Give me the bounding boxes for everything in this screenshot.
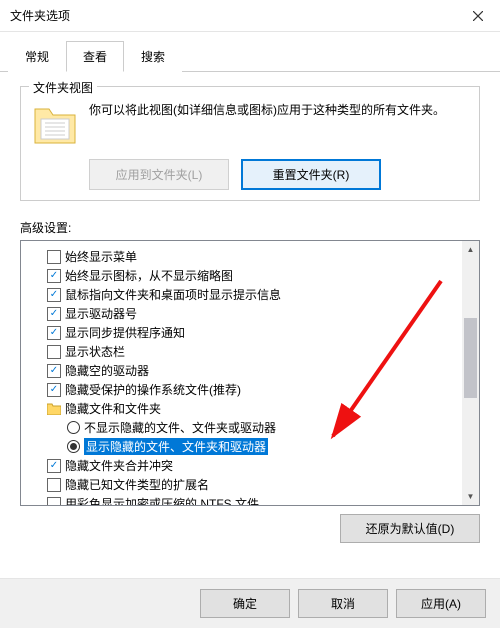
- tree-item-8[interactable]: 隐藏文件和文件夹: [29, 399, 459, 418]
- scroll-track[interactable]: [462, 258, 479, 488]
- tree-item-6[interactable]: ✓ 隐藏空的驱动器: [29, 361, 459, 380]
- tree-item-3[interactable]: ✓ 显示驱动器号: [29, 304, 459, 323]
- checkbox-icon[interactable]: ✓: [47, 269, 61, 283]
- advanced-settings-label: 高级设置:: [20, 219, 480, 236]
- reset-folders-button[interactable]: 重置文件夹(R): [241, 159, 381, 190]
- checkbox-icon[interactable]: ✓: [47, 307, 61, 321]
- checkbox-icon[interactable]: ✓: [47, 459, 61, 473]
- checkbox-icon[interactable]: [47, 497, 61, 507]
- folder-views-title: 文件夹视图: [29, 79, 97, 96]
- scroll-up-button[interactable]: ▲: [462, 241, 479, 258]
- radio-icon[interactable]: [67, 421, 80, 434]
- scroll-down-button[interactable]: ▼: [462, 488, 479, 505]
- tree-item-2[interactable]: ✓ 鼠标指向文件夹和桌面项时显示提示信息: [29, 285, 459, 304]
- tree-item-label: 隐藏受保护的操作系统文件(推荐): [65, 381, 241, 398]
- checkbox-icon[interactable]: [47, 478, 61, 492]
- folder-small-icon: [47, 403, 61, 415]
- tree-item-label: 隐藏空的驱动器: [65, 362, 149, 379]
- tree-item-1[interactable]: ✓ 始终显示图标，从不显示缩略图: [29, 266, 459, 285]
- close-icon: [473, 11, 483, 21]
- tab-view-label: 查看: [83, 50, 107, 64]
- tree-item-label: 显示驱动器号: [65, 305, 137, 322]
- checkbox-icon[interactable]: [47, 250, 61, 264]
- window-title: 文件夹选项: [10, 7, 70, 24]
- tree-item-label: 始终显示图标，从不显示缩略图: [65, 267, 233, 284]
- tree-item-5[interactable]: 显示状态栏: [29, 342, 459, 361]
- tree-item-0[interactable]: 始终显示菜单: [29, 247, 459, 266]
- tree-item-12[interactable]: 隐藏已知文件类型的扩展名: [29, 475, 459, 494]
- tab-general[interactable]: 常规: [8, 41, 66, 72]
- apply-button[interactable]: 应用(A): [396, 589, 486, 618]
- tree-item-label: 隐藏已知文件类型的扩展名: [65, 476, 209, 493]
- tree-item-9[interactable]: 不显示隐藏的文件、文件夹或驱动器: [29, 418, 459, 437]
- tree-item-label: 隐藏文件和文件夹: [65, 400, 161, 417]
- folder-views-group: 文件夹视图 你可以将此视图(如详细信息或图标)应用于这种类型的所有文件夹。 应用…: [20, 86, 480, 201]
- close-button[interactable]: [455, 0, 500, 32]
- tree-item-label: 鼠标指向文件夹和桌面项时显示提示信息: [65, 286, 281, 303]
- tree-item-label: 始终显示菜单: [65, 248, 137, 265]
- tree-item-label: 显示状态栏: [65, 343, 125, 360]
- checkbox-icon[interactable]: ✓: [47, 383, 61, 397]
- tree-item-13[interactable]: 用彩色显示加密或压缩的 NTFS 文件: [29, 494, 459, 506]
- tab-view[interactable]: 查看: [66, 41, 124, 72]
- tree-item-7[interactable]: ✓ 隐藏受保护的操作系统文件(推荐): [29, 380, 459, 399]
- scroll-thumb[interactable]: [464, 318, 477, 398]
- folder-icon: [31, 101, 79, 149]
- tab-strip: 常规 查看 搜索: [0, 32, 500, 72]
- tree-item-label: 显示同步提供程序通知: [65, 324, 185, 341]
- tab-search[interactable]: 搜索: [124, 41, 182, 72]
- tree-item-4[interactable]: ✓ 显示同步提供程序通知: [29, 323, 459, 342]
- apply-to-folders-button: 应用到文件夹(L): [89, 159, 229, 190]
- tree-item-11[interactable]: ✓ 隐藏文件夹合并冲突: [29, 456, 459, 475]
- tree-item-10[interactable]: 显示隐藏的文件、文件夹和驱动器: [29, 437, 459, 456]
- folder-views-desc: 你可以将此视图(如详细信息或图标)应用于这种类型的所有文件夹。: [89, 101, 469, 119]
- tab-general-label: 常规: [25, 50, 49, 64]
- checkbox-icon[interactable]: ✓: [47, 288, 61, 302]
- checkbox-icon[interactable]: [47, 345, 61, 359]
- dialog-footer: 确定 取消 应用(A): [0, 578, 500, 628]
- tree-item-label: 隐藏文件夹合并冲突: [65, 457, 173, 474]
- checkbox-icon[interactable]: ✓: [47, 326, 61, 340]
- tree-item-label: 用彩色显示加密或压缩的 NTFS 文件: [65, 495, 259, 506]
- restore-defaults-button[interactable]: 还原为默认值(D): [340, 514, 480, 543]
- scrollbar[interactable]: ▲ ▼: [462, 241, 479, 505]
- advanced-settings-tree[interactable]: 始终显示菜单 ✓ 始终显示图标，从不显示缩略图 ✓ 鼠标指向文件夹和桌面项时显示提示信息…: [20, 240, 480, 506]
- radio-icon[interactable]: [67, 440, 80, 453]
- ok-button[interactable]: 确定: [200, 589, 290, 618]
- tab-search-label: 搜索: [141, 50, 165, 64]
- checkbox-icon[interactable]: ✓: [47, 364, 61, 378]
- content-area: 文件夹视图 你可以将此视图(如详细信息或图标)应用于这种类型的所有文件夹。 应用…: [0, 72, 500, 553]
- tree-item-label: 不显示隐藏的文件、文件夹或驱动器: [84, 419, 276, 436]
- tree-item-label: 显示隐藏的文件、文件夹和驱动器: [84, 438, 268, 455]
- title-bar: 文件夹选项: [0, 0, 500, 32]
- cancel-button[interactable]: 取消: [298, 589, 388, 618]
